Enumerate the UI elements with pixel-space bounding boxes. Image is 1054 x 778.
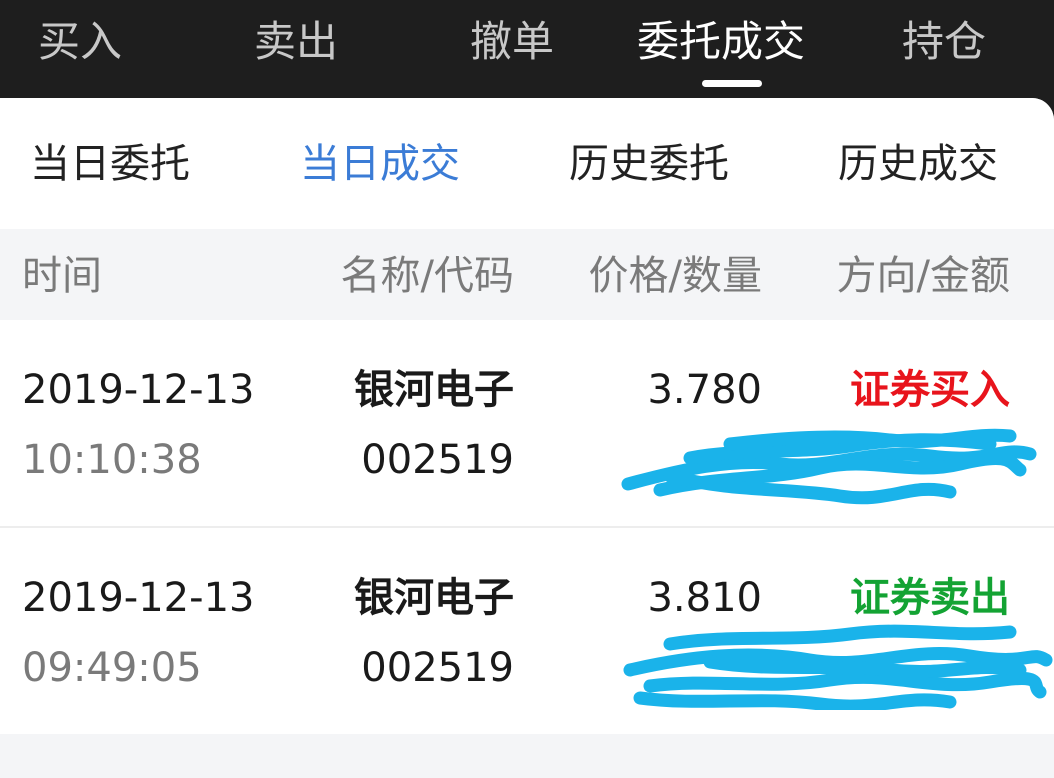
trade-time: 10:10:38 — [22, 437, 202, 483]
table-row[interactable]: 2019-12-13 10:10:38 银河电子 002519 3.780 证券… — [0, 320, 1054, 526]
stock-name: 银河电子 — [354, 367, 514, 413]
tab-buy[interactable]: 买入 — [38, 14, 122, 70]
trade-direction: 证券卖出 — [850, 575, 1010, 621]
active-tab-indicator — [702, 80, 762, 87]
subtab-today-trades[interactable]: 当日成交 — [300, 136, 460, 192]
trade-price: 3.810 — [647, 575, 762, 621]
trade-date: 2019-12-13 — [22, 575, 255, 621]
header-time: 时间 — [22, 253, 102, 299]
content-sheet: 当日委托 当日成交 历史委托 历史成交 时间 名称/代码 价格/数量 方向/金额… — [0, 98, 1054, 778]
trade-time: 09:49:05 — [22, 645, 202, 691]
redaction-scribble — [621, 428, 1037, 505]
tab-sell[interactable]: 卖出 — [254, 14, 338, 70]
tab-cancel-order[interactable]: 撤单 — [470, 14, 554, 70]
subtab-history-orders[interactable]: 历史委托 — [569, 136, 729, 192]
redaction-scribble — [623, 624, 1053, 710]
trade-price: 3.780 — [647, 367, 762, 413]
subtab-today-orders[interactable]: 当日委托 — [30, 136, 190, 192]
stock-code: 002519 — [361, 437, 514, 483]
tab-positions[interactable]: 持仓 — [902, 14, 986, 70]
header-name-code: 名称/代码 — [340, 253, 514, 299]
stock-code: 002519 — [361, 645, 514, 691]
table-row[interactable]: 2019-12-13 09:49:05 银河电子 002519 3.810 证券… — [0, 528, 1054, 734]
trade-direction: 证券买入 — [850, 367, 1010, 413]
subtab-history-trades[interactable]: 历史成交 — [838, 136, 998, 192]
sub-tab-bar: 当日委托 当日成交 历史委托 历史成交 — [0, 98, 1054, 229]
tab-orders-trades[interactable]: 委托成交 — [637, 14, 805, 70]
header-direction-amount: 方向/金额 — [836, 253, 1010, 299]
trade-date: 2019-12-13 — [22, 367, 255, 413]
top-nav-bar: 买入 卖出 撤单 委托成交 持仓 — [0, 0, 1054, 98]
header-price-qty: 价格/数量 — [588, 253, 762, 299]
stock-name: 银河电子 — [354, 575, 514, 621]
table-header: 时间 名称/代码 价格/数量 方向/金额 — [0, 229, 1054, 320]
